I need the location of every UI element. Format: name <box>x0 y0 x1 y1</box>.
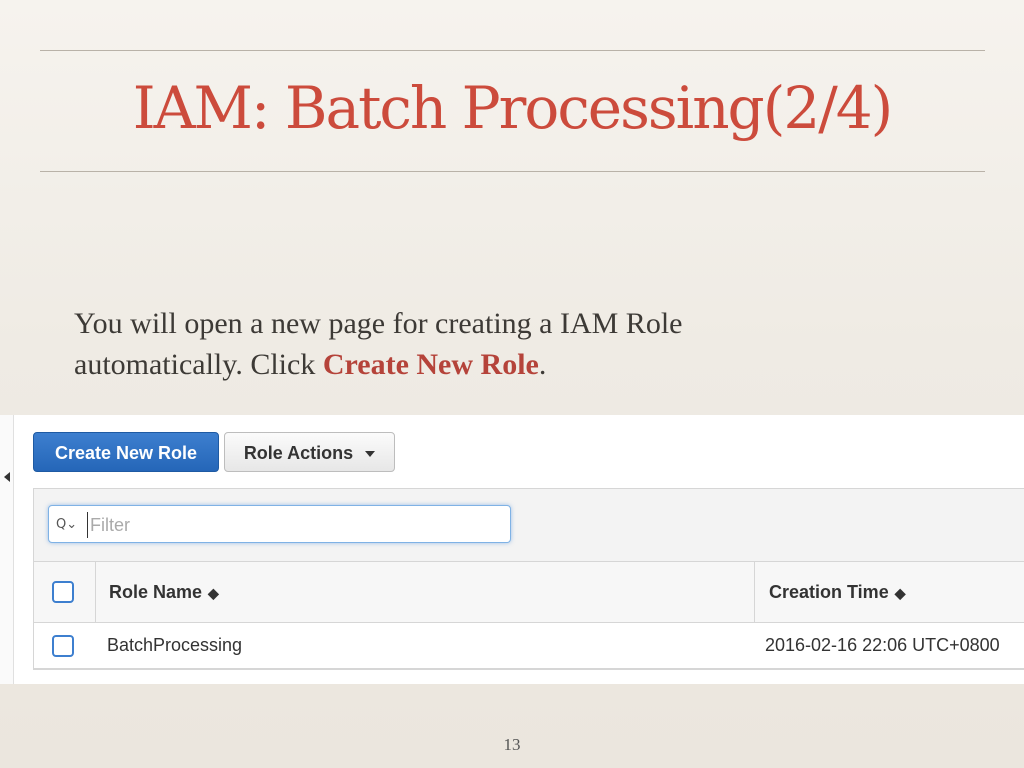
column-header-label: Role Name <box>109 582 203 602</box>
filter-box[interactable]: Q⌄ <box>48 505 511 543</box>
select-all-cell <box>34 562 96 622</box>
collapse-arrow-icon[interactable] <box>4 472 10 482</box>
column-header-creation-time[interactable]: Creation Time ◆ <box>754 562 1024 622</box>
caret-down-icon <box>365 451 376 458</box>
page-number: 13 <box>503 735 521 754</box>
roles-table: Q⌄ Role Name ◆ Creation Time ◆ BatchProces… <box>33 488 1024 670</box>
role-actions-button[interactable]: Role Actions <box>224 432 395 472</box>
filter-input[interactable] <box>87 512 502 538</box>
sort-icon: ◆ <box>208 585 219 601</box>
select-all-checkbox[interactable] <box>52 581 74 603</box>
body-line-2-prefix: automatically. Click <box>74 348 323 381</box>
title-rule-top <box>40 50 985 51</box>
table-header: Role Name ◆ Creation Time ◆ <box>34 562 1024 623</box>
creation-time-cell: 2016-02-16 22:06 UTC+0800 <box>765 635 1000 655</box>
create-new-role-button[interactable]: Create New Role <box>33 432 219 472</box>
column-header-label: Creation Time <box>769 582 889 602</box>
search-icon[interactable]: Q⌄ <box>56 517 77 532</box>
sidebar-collapse-strip[interactable] <box>0 415 14 684</box>
row-checkbox[interactable] <box>52 635 74 657</box>
table-row[interactable]: BatchProcessing 2016-02-16 22:06 UTC+080… <box>34 623 1024 669</box>
body-line-1: You will open a new page for creating a … <box>74 307 683 340</box>
role-name-cell: BatchProcessing <box>107 635 243 655</box>
iam-roles-screenshot: Create New Role Role Actions Q⌄ Role Nam… <box>0 415 1024 684</box>
body-line-2-suffix: . <box>538 348 547 381</box>
sort-icon: ◆ <box>894 585 906 601</box>
body-highlight: Create New Role <box>322 348 539 381</box>
filter-bar: Q⌄ <box>34 489 1024 562</box>
title-rule-bottom <box>40 171 985 172</box>
role-actions-label: Role Actions <box>243 443 354 463</box>
column-header-role-name[interactable]: Role Name ◆ <box>109 562 219 622</box>
slide-body: You will open a new page for creating a … <box>74 303 954 385</box>
slide-title: IAM: Batch Processing(2/4) <box>132 74 894 142</box>
